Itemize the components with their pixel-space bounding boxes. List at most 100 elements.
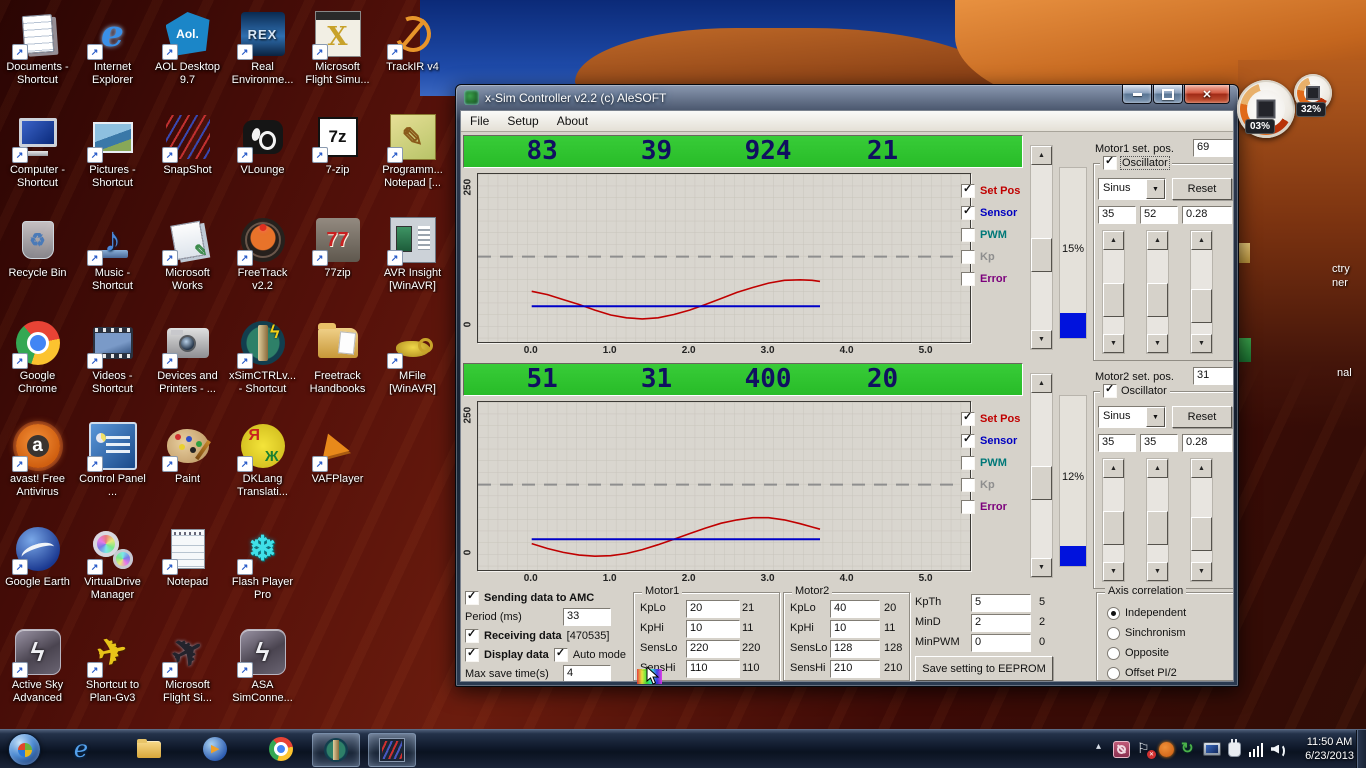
- desktop-icon-paint[interactable]: Paint: [150, 418, 225, 521]
- motor1-main-scrollbar-up-arrow[interactable]: ▲: [1031, 146, 1052, 165]
- desktop-icon-aol[interactable]: AOL Desktop 9.7: [150, 6, 225, 109]
- mind-field[interactable]: 2: [971, 614, 1031, 632]
- motor2-sensor-checkbox[interactable]: [961, 434, 975, 448]
- save-eeprom-button[interactable]: Save setting to EEPROM: [915, 656, 1053, 681]
- expand-arrow-tray-icon[interactable]: [1096, 742, 1106, 757]
- desktop-icon-vaf[interactable]: VAFPlayer: [300, 418, 375, 521]
- show-desktop-button[interactable]: [1356, 730, 1366, 768]
- desktop-icon-computer[interactable]: Computer - Shortcut: [0, 109, 75, 212]
- motor1-oscillator-checkbox[interactable]: [1103, 156, 1117, 170]
- motor1-pwm-checkbox[interactable]: [961, 228, 975, 242]
- motor2-main-scrollbar-up-arrow[interactable]: ▲: [1031, 374, 1052, 393]
- motor1-osc-scrollbar-2-down-arrow[interactable]: ▼: [1191, 334, 1212, 353]
- desktop-icon-asky[interactable]: Active Sky Advanced: [0, 624, 75, 727]
- motor1-osc-scrollbar-1[interactable]: ▲▼: [1146, 230, 1169, 354]
- motor1-set-pos-field[interactable]: 69: [1193, 139, 1233, 157]
- google-chrome-taskbar-button[interactable]: [258, 733, 304, 765]
- motor2-main-scrollbar[interactable]: ▲▼: [1030, 373, 1053, 578]
- motor1-kp-checkbox[interactable]: [961, 250, 975, 264]
- desktop-icon-vdrive[interactable]: VirtualDrive Manager: [75, 521, 150, 624]
- motor2-osc-scrollbar-1-thumb[interactable]: [1147, 511, 1168, 545]
- display-off-tray-icon[interactable]: [1113, 741, 1130, 758]
- start-button[interactable]: [8, 733, 41, 766]
- desktop-icon-msflight[interactable]: Microsoft Flight Si...: [150, 624, 225, 727]
- ram-meter-gadget[interactable]: 32%: [1294, 74, 1332, 112]
- taskbar-clock[interactable]: 11:50 AM 6/23/2013: [1305, 735, 1354, 763]
- sending-data-checkbox[interactable]: [465, 591, 479, 605]
- update-tray-icon[interactable]: [1181, 742, 1196, 757]
- motor2-osc-param-2[interactable]: 0.28: [1182, 434, 1232, 452]
- desktop-icon-zip7[interactable]: 7-zip: [300, 109, 375, 212]
- display-data-checkbox[interactable]: [465, 648, 479, 662]
- motor2-osc-param-0[interactable]: 35: [1098, 434, 1136, 452]
- motor2-osc-scrollbar-2[interactable]: ▲▼: [1190, 458, 1213, 582]
- desktop-icon-prognote[interactable]: Programm... Notepad [...: [375, 109, 450, 212]
- motor1-kphi-field[interactable]: 10: [686, 620, 740, 638]
- desktop-icon-xsimctrl[interactable]: xSimCTRLv... - Shortcut: [225, 315, 300, 418]
- motor2-osc-scrollbar-2-down-arrow[interactable]: ▼: [1191, 562, 1212, 581]
- desktop-icon-pictures[interactable]: Pictures - Shortcut: [75, 109, 150, 212]
- motor2-set-pos-field[interactable]: 31: [1193, 367, 1233, 385]
- motor2-osc-scrollbar-2-up-arrow[interactable]: ▲: [1191, 459, 1212, 478]
- motor2-main-scrollbar-thumb[interactable]: [1031, 466, 1052, 500]
- desktop-icon-music[interactable]: Music - Shortcut: [75, 212, 150, 315]
- desktop-icon-cpanel[interactable]: Control Panel ...: [75, 418, 150, 521]
- maximize-button[interactable]: [1153, 85, 1183, 104]
- motor2-osc-scrollbar-0-down-arrow[interactable]: ▼: [1103, 562, 1124, 581]
- desktop-icon-plang[interactable]: Shortcut to Plan-Gv3: [75, 624, 150, 727]
- desktop-icon-ie[interactable]: Internet Explorer: [75, 6, 150, 109]
- motor2-kplo-field[interactable]: 40: [830, 600, 880, 618]
- max-save-field[interactable]: 4: [563, 665, 611, 681]
- motor2-wave-dropdown[interactable]: Sinus▼: [1098, 406, 1166, 428]
- desktop-icon-chrome[interactable]: Google Chrome: [0, 315, 75, 418]
- desktop-icon-earth[interactable]: Google Earth: [0, 521, 75, 624]
- motor1-sensor-checkbox[interactable]: [961, 206, 975, 220]
- desktop-icon-videos[interactable]: Videos - Shortcut: [75, 315, 150, 418]
- power-plug-tray-icon[interactable]: [1228, 742, 1241, 757]
- minimize-button[interactable]: [1122, 85, 1152, 104]
- auto-mode-checkbox[interactable]: [554, 648, 568, 662]
- motor1-main-scrollbar[interactable]: ▲▼: [1030, 145, 1053, 350]
- desktop-icon-snapshot[interactable]: SnapShot: [150, 109, 225, 212]
- period-field[interactable]: 33: [563, 608, 611, 626]
- motor1-osc-scrollbar-2-up-arrow[interactable]: ▲: [1191, 231, 1212, 250]
- desktop-icon-rex[interactable]: Real Environme...: [225, 6, 300, 109]
- window-titlebar[interactable]: x-Sim Controller v2.2 (c) AleSOFT: [456, 85, 1238, 110]
- motor1-set-pos-checkbox[interactable]: [961, 184, 975, 198]
- motor1-error-checkbox[interactable]: [961, 272, 975, 286]
- desktop-icon-trackir[interactable]: TrackIR v4: [375, 6, 450, 109]
- motor2-osc-scrollbar-1-down-arrow[interactable]: ▼: [1147, 562, 1168, 581]
- motor1-main-scrollbar-thumb[interactable]: [1031, 238, 1052, 272]
- desktop-icon-mfile[interactable]: MFile [WinAVR]: [375, 315, 450, 418]
- motor2-senslo-field[interactable]: 128: [830, 640, 880, 658]
- desktop-icon-freetrack[interactable]: FreeTrack v2.2: [225, 212, 300, 315]
- desktop-icon-works[interactable]: Microsoft Works: [150, 212, 225, 315]
- desktop-icon-notepad[interactable]: Notepad: [150, 521, 225, 624]
- receiving-data-checkbox[interactable]: [465, 629, 479, 643]
- motor2-osc-param-1[interactable]: 35: [1140, 434, 1178, 452]
- signal-bars-tray-icon[interactable]: [1248, 742, 1264, 757]
- desktop-icon-documents[interactable]: Documents - Shortcut: [0, 6, 75, 109]
- motor2-error-checkbox[interactable]: [961, 500, 975, 514]
- close-button[interactable]: [1184, 85, 1230, 104]
- cpu-meter-gadget[interactable]: 03%: [1237, 80, 1295, 138]
- motor1-osc-param-1[interactable]: 52: [1140, 206, 1178, 224]
- desktop-icon-flash[interactable]: Flash Player Pro: [225, 521, 300, 624]
- xsim-controller-taskbar-button[interactable]: [312, 733, 360, 767]
- motor1-osc-scrollbar-1-up-arrow[interactable]: ▲: [1147, 231, 1168, 250]
- motor1-osc-param-0[interactable]: 35: [1098, 206, 1136, 224]
- motor1-osc-param-2[interactable]: 0.28: [1182, 206, 1232, 224]
- motor2-osc-scrollbar-1-up-arrow[interactable]: ▲: [1147, 459, 1168, 478]
- desktop-icon-avast[interactable]: avast! Free Antivirus: [0, 418, 75, 521]
- avast-tray-icon[interactable]: [1159, 742, 1174, 757]
- desktop-icon-vlounge[interactable]: VLounge: [225, 109, 300, 212]
- media-player-taskbar-button[interactable]: [192, 733, 238, 765]
- desktop-icon-dklang[interactable]: DKLang Translati...: [225, 418, 300, 521]
- desktop-icon-avrinsight[interactable]: AVR Insight [WinAVR]: [375, 212, 450, 315]
- dropdown-arrow-icon[interactable]: ▼: [1146, 179, 1165, 199]
- windows-explorer-taskbar-button[interactable]: [126, 733, 172, 765]
- dropdown-arrow-icon[interactable]: ▼: [1146, 407, 1165, 427]
- snapshot-taskbar-button[interactable]: [368, 733, 416, 767]
- motor1-osc-scrollbar-0-up-arrow[interactable]: ▲: [1103, 231, 1124, 250]
- kpth-field[interactable]: 5: [971, 594, 1031, 612]
